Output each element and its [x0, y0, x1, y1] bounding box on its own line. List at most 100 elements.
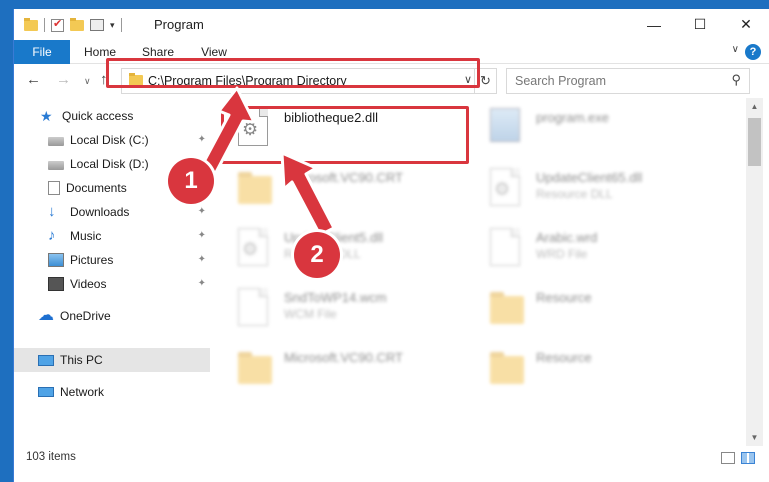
sidebar-item-network[interactable]: Network — [14, 380, 210, 404]
file-name: Resource — [536, 290, 592, 305]
details-view-icon[interactable] — [721, 452, 735, 464]
file-item-microsoft-vc90-crt[interactable]: Microsoft.VC90.CRT — [210, 160, 450, 216]
back-button[interactable]: ← — [26, 71, 41, 88]
disk-icon — [48, 137, 64, 146]
scroll-thumb[interactable] — [748, 118, 761, 166]
sidebar-item-local-disk-c[interactable]: Local Disk (C:) ✦ — [14, 128, 210, 152]
title-bar: ▾ Program — ☐ ✕ — [14, 9, 769, 40]
file-name: SndToWP14.wcm — [284, 290, 387, 305]
file-name: Arabic.wrd — [536, 230, 598, 245]
sidebar-item-videos[interactable]: Videos ✦ — [14, 272, 210, 296]
file-name: Microsoft.VC90.CRT — [284, 170, 403, 185]
file-item-arabic-wrd[interactable]: Arabic.wrd WRD File — [462, 220, 702, 276]
sidebar-item-label: Network — [60, 385, 105, 399]
maximize-button[interactable]: ☐ — [677, 9, 723, 40]
folder-icon — [238, 168, 272, 208]
file-name: UpdateClient65.dll — [536, 170, 643, 185]
toolbar-separator — [44, 18, 45, 32]
help-icon[interactable]: ? — [745, 44, 761, 60]
sidebar-item-pictures[interactable]: Pictures ✦ — [14, 248, 210, 272]
window-title: Program — [154, 17, 204, 32]
address-bar-highlight — [106, 58, 480, 88]
vertical-scrollbar[interactable]: ▲ ▼ — [746, 98, 763, 446]
sidebar-item-quick-access[interactable]: ★ Quick access — [14, 104, 210, 128]
forward-button[interactable]: → — [56, 71, 71, 88]
pin-icon: ✦ — [197, 206, 206, 217]
file-highlight — [221, 106, 469, 164]
sidebar-item-label: Documents — [66, 181, 127, 195]
file-type: WCM File — [284, 307, 337, 321]
file-name: Resource — [536, 350, 592, 365]
file-item-resource[interactable]: Resource — [462, 280, 702, 336]
folder-icon — [24, 17, 38, 31]
folder-icon — [490, 348, 524, 388]
item-count: 103 items — [26, 451, 76, 463]
minimize-button[interactable]: — — [631, 9, 677, 40]
sidebar-item-label: Local Disk (D:) — [70, 157, 149, 171]
sidebar-item-label: Music — [70, 229, 102, 243]
pin-icon: ✦ — [197, 254, 206, 265]
collapse-ribbon-chevron-icon[interactable]: ∨ — [732, 44, 739, 55]
file-icon — [490, 228, 524, 268]
sidebar-item-label: OneDrive — [60, 309, 111, 323]
file-item-updateclient65-dll[interactable]: ⚙ UpdateClient65.dll Resource DLL — [462, 160, 702, 216]
sidebar-item-label: Downloads — [70, 205, 130, 219]
scroll-up-arrow-icon[interactable]: ▲ — [746, 98, 763, 115]
star-icon: ★ — [40, 108, 53, 124]
exe-file-icon — [490, 108, 524, 148]
sidebar-item-downloads[interactable]: ↓ Downloads ✦ — [14, 200, 210, 224]
documents-icon — [48, 181, 60, 195]
file-item-microsoft-vc90-crt-2[interactable]: Microsoft.VC90.CRT — [210, 340, 450, 396]
customize-toolbar-chevron-icon[interactable]: ▾ — [110, 20, 115, 31]
sidebar-item-this-pc[interactable]: This PC — [14, 348, 210, 372]
file-icon — [238, 288, 272, 328]
step-badge-2: 2 — [294, 232, 340, 278]
navigation-pane: ★ Quick access Local Disk (C:) ✦ Local D… — [14, 98, 210, 446]
videos-icon — [48, 277, 64, 291]
network-icon — [38, 387, 54, 397]
search-icon: ⚲ — [731, 72, 741, 87]
folder-icon — [238, 348, 272, 388]
sidebar-item-music[interactable]: ♪ Music ✦ — [14, 224, 210, 248]
downloads-icon: ↓ — [48, 203, 56, 220]
tiles-view-icon[interactable] — [741, 452, 755, 464]
search-input[interactable]: Search Program — [515, 74, 606, 88]
music-icon: ♪ — [48, 227, 56, 244]
sidebar-item-label: Pictures — [70, 253, 114, 267]
pin-icon: ✦ — [197, 230, 206, 241]
properties-icon[interactable] — [90, 19, 104, 31]
status-bar: 103 items — [14, 446, 769, 470]
properties-check-icon[interactable] — [51, 17, 64, 32]
scroll-down-arrow-icon[interactable]: ▼ — [746, 429, 763, 446]
pictures-icon — [48, 253, 64, 267]
pin-icon: ✦ — [197, 278, 206, 289]
window-controls: — ☐ ✕ — [631, 9, 769, 40]
new-folder-icon[interactable] — [70, 17, 84, 31]
file-name: program.exe — [536, 110, 609, 125]
file-type: Resource DLL — [536, 187, 613, 201]
quick-access-toolbar: ▾ — [24, 16, 122, 34]
search-box[interactable]: Search Program ⚲ — [506, 68, 750, 94]
sidebar-item-label: Videos — [70, 277, 107, 291]
this-pc-icon — [38, 355, 54, 366]
file-item-program-exe[interactable]: program.exe — [462, 100, 702, 156]
sidebar-item-onedrive[interactable]: ☁ OneDrive — [14, 304, 210, 328]
sidebar-item-label: Local Disk (C:) — [70, 133, 149, 147]
file-item-sndtowp14-wcm[interactable]: SndToWP14.wcm WCM File — [210, 280, 450, 336]
folder-icon — [490, 288, 524, 328]
toolbar-separator — [120, 18, 122, 32]
recent-locations-chevron-icon[interactable]: ∨ — [84, 76, 91, 87]
file-name: Microsoft.VC90.CRT — [284, 350, 403, 365]
file-item-resource-2[interactable]: Resource — [462, 340, 702, 396]
disk-icon — [48, 161, 64, 170]
step-badge-1: 1 — [168, 158, 214, 204]
pin-icon: ✦ — [197, 134, 206, 145]
sidebar-item-label: Quick access — [62, 109, 134, 123]
sidebar-item-label: This PC — [60, 353, 103, 367]
tab-file[interactable]: File — [14, 40, 70, 64]
dll-file-icon: ⚙ — [490, 168, 524, 208]
close-button[interactable]: ✕ — [723, 9, 769, 40]
file-type: WRD File — [536, 247, 588, 261]
onedrive-icon: ☁ — [38, 307, 54, 324]
dll-file-icon: ⚙ — [238, 228, 272, 268]
